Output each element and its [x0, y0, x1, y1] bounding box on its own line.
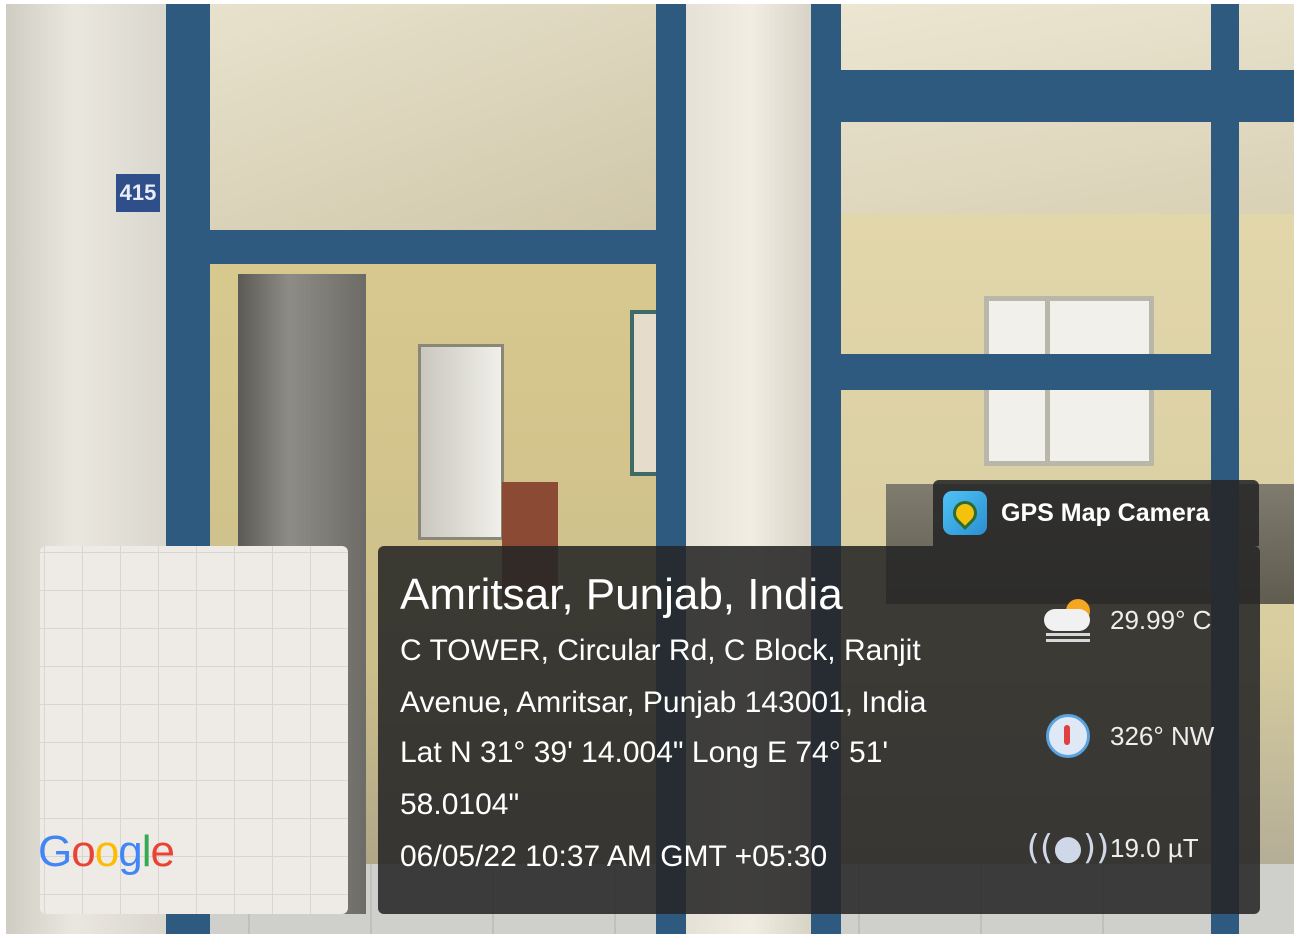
- magnetic-field-reading: ((●)) 19.0 µT: [1026, 826, 1199, 870]
- map-pin-icon: [943, 491, 987, 535]
- frame-horizontal-2: [836, 70, 1294, 122]
- compass-icon: [1040, 714, 1096, 758]
- weather-icon: [1040, 598, 1096, 642]
- app-badge: GPS Map Camera: [933, 480, 1259, 546]
- temperature-value: 29.99° C: [1110, 604, 1212, 635]
- coordinates-line-1: Lat N 31° 39' 14.004" Long E 74° 51': [400, 736, 889, 769]
- whiteboard: [418, 344, 504, 540]
- frame-horizontal-3: [836, 354, 1236, 390]
- address-line-2: Avenue, Amritsar, Punjab 143001, India: [400, 686, 927, 719]
- timestamp: 06/05/22 10:37 AM GMT +05:30: [400, 840, 828, 873]
- magnetic-field-value: 19.0 µT: [1110, 832, 1199, 863]
- frame-horizontal-1: [206, 230, 666, 264]
- ceiling-left: [206, 4, 676, 244]
- temperature-reading: 29.99° C: [1040, 598, 1211, 642]
- magnetometer-icon: ((●)): [1026, 828, 1110, 868]
- address-line-1: C TOWER, Circular Rd, C Block, Ranjit: [400, 634, 921, 667]
- heading-reading: 326° NW: [1040, 714, 1214, 758]
- location-title: Amritsar, Punjab, India: [400, 570, 843, 619]
- room-number-sign: 415: [116, 174, 160, 212]
- heading-value: 326° NW: [1110, 720, 1215, 751]
- coordinates-line-2: 58.0104": [400, 788, 520, 821]
- google-logo: Google: [38, 827, 175, 876]
- app-name: GPS Map Camera: [1001, 498, 1210, 527]
